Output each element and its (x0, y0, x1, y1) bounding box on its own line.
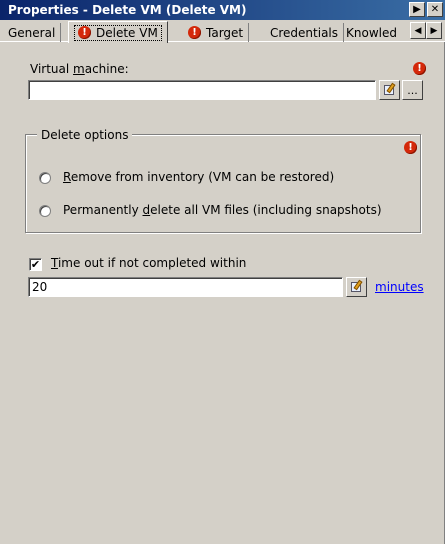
error-icon: ! (413, 62, 426, 75)
label-mnemonic: m (73, 62, 85, 76)
tab-strip: General ! Delete VM ! Target Credentials… (0, 20, 445, 43)
error-icon: ! (404, 141, 417, 154)
label-part: elete all VM files (including snapshots) (150, 203, 382, 217)
timeout-label[interactable]: Time out if not completed within (51, 256, 246, 270)
scroll-left-icon[interactable]: ◀ (410, 22, 426, 39)
edit-icon (350, 279, 364, 293)
tab-label: Delete VM (96, 25, 158, 40)
tab-label: Credentials (270, 25, 339, 40)
timeout-browse-button[interactable] (346, 277, 367, 297)
tab-label: General (8, 25, 56, 40)
remove-from-inventory-radio[interactable] (39, 172, 51, 184)
scroll-right-icon[interactable]: ▶ (426, 22, 442, 39)
properties-dialog: Properties - Delete VM (Delete VM) ▶ ✕ G… (0, 0, 445, 544)
close-icon[interactable]: ✕ (427, 2, 443, 17)
tab-label: Knowled (346, 25, 397, 40)
tab-general[interactable]: General (3, 23, 62, 42)
label-part: emove from inventory (VM can be restored… (70, 170, 335, 184)
label-part: Permanently (63, 203, 143, 217)
timeout-input[interactable]: 20 (28, 277, 343, 297)
vm-browse-button[interactable] (379, 80, 400, 100)
tab-delete-vm[interactable]: ! Delete VM (68, 21, 168, 43)
label-mnemonic: T (51, 256, 58, 270)
minutes-link[interactable]: minutes (375, 280, 424, 294)
label-part: Virtual (30, 62, 74, 76)
remove-from-inventory-label[interactable]: Remove from inventory (VM can be restore… (63, 170, 334, 184)
tab-label: Target (206, 25, 244, 40)
delete-options-title: Delete options (37, 128, 133, 142)
permanently-delete-radio[interactable] (39, 205, 51, 217)
permanently-delete-label[interactable]: Permanently delete all VM files (includi… (63, 203, 382, 217)
timeout-checkbox[interactable]: ✔ (29, 258, 42, 271)
title-bar[interactable]: Properties - Delete VM (Delete VM) ▶ ✕ (0, 0, 445, 20)
tab-knowledge[interactable]: Knowled (341, 23, 402, 42)
window-title: Properties - Delete VM (Delete VM) (8, 3, 247, 17)
tab-focus-rect: ! Delete VM (74, 24, 162, 41)
tab-target[interactable]: ! Target (183, 23, 250, 42)
tab-scroll-buttons: ◀ ▶ (410, 22, 442, 39)
label-mnemonic: R (63, 170, 71, 184)
virtual-machine-input[interactable] (28, 80, 376, 100)
label-part: achine: (84, 62, 129, 76)
label-mnemonic: d (142, 203, 151, 217)
error-icon: ! (188, 26, 201, 39)
error-icon: ! (78, 26, 91, 39)
virtual-machine-label: Virtual machine: (30, 62, 129, 76)
next-arrow-icon[interactable]: ▶ (409, 2, 425, 17)
label-part: ime out if not completed within (57, 256, 247, 270)
vm-ellipsis-button[interactable]: ... (402, 80, 423, 100)
edit-icon (383, 82, 397, 96)
tab-credentials[interactable]: Credentials (265, 23, 345, 42)
